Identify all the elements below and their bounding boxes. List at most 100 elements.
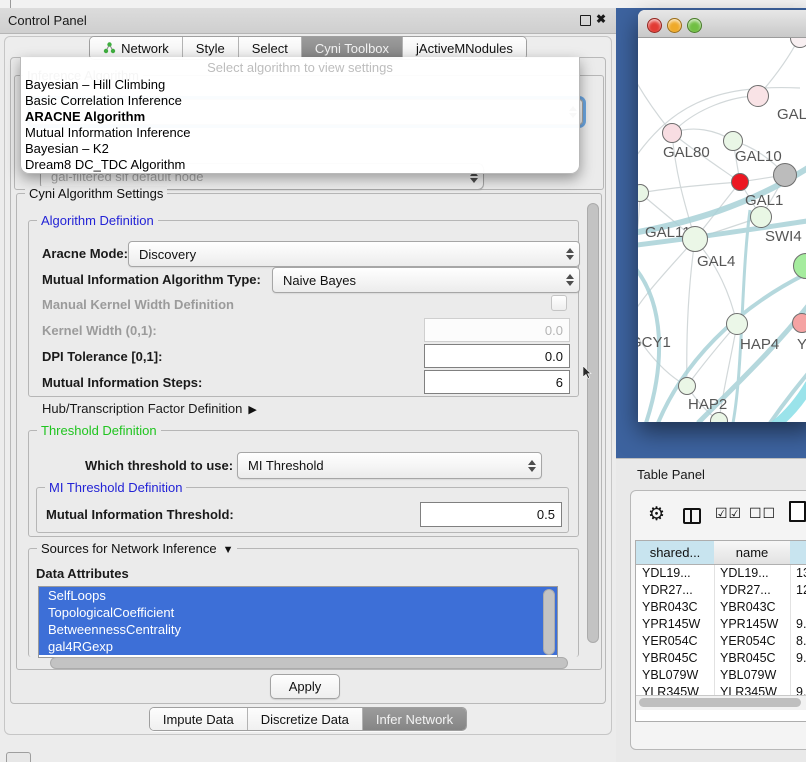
- table-row[interactable]: YBR045CYBR045C9.: [636, 650, 806, 667]
- zoom-traffic-light[interactable]: [687, 18, 702, 33]
- document-icon[interactable]: [789, 501, 806, 522]
- table-cell: YDL19...: [642, 566, 691, 580]
- table-cell: YDR27...: [642, 583, 693, 597]
- network-node-gal1[interactable]: [731, 173, 749, 191]
- column-layout-icon[interactable]: [683, 508, 701, 524]
- network-node-hap4[interactable]: [726, 313, 748, 335]
- network-window-titlebar[interactable]: [638, 10, 806, 38]
- table-panel-title: Table Panel: [637, 467, 705, 482]
- hub-definition-toggle[interactable]: Hub/Transcription Factor Definition▶: [42, 401, 257, 416]
- column-header[interactable]: [790, 541, 806, 565]
- close-icon[interactable]: ✖: [596, 12, 606, 26]
- table-cell: YER054C: [720, 634, 776, 648]
- control-panel-header: Control Panel ✖: [0, 8, 616, 34]
- table-row[interactable]: YDR27...YDR27...12: [636, 582, 806, 599]
- table-horizontal-scrollbar[interactable]: [636, 695, 806, 710]
- combo-arrows-icon: [566, 274, 574, 286]
- network-canvas[interactable]: GALGAL80GAL10GAL1GAL11SWI4GAL4GCY1HAP4YH…: [638, 38, 806, 422]
- table-body: YDL19...YDL19...13YDR27...YDR27...12YBR0…: [636, 565, 806, 695]
- tab-infer-network[interactable]: Infer Network: [363, 708, 466, 730]
- attributes-scrollbar[interactable]: [543, 589, 555, 655]
- network-node[interactable]: [773, 163, 797, 187]
- group-title: Algorithm Definition: [37, 213, 158, 228]
- unchecked-boxes-icon[interactable]: ☐☐: [749, 505, 776, 522]
- column-header[interactable]: name: [714, 541, 791, 565]
- table-cell: YLR345W: [720, 685, 777, 695]
- aracne-mode-value: Discovery: [139, 247, 196, 262]
- data-attribute-item[interactable]: TopologicalCoefficient: [39, 604, 557, 621]
- network-node-label: Y: [797, 336, 806, 353]
- sources-title: Sources for Network Inference: [41, 541, 217, 556]
- network-node-hap2[interactable]: [678, 377, 696, 395]
- which-threshold-combo[interactable]: MI Threshold: [237, 452, 542, 479]
- table-cell: YBL079W: [642, 668, 698, 682]
- tab-jactivemnodules[interactable]: jActiveMNodules: [403, 37, 526, 59]
- network-node-y[interactable]: [792, 313, 806, 333]
- mi-threshold-label: Mutual Information Threshold:: [46, 507, 234, 522]
- network-node-label: GCY1: [638, 334, 671, 351]
- which-threshold-value: MI Threshold: [248, 458, 324, 473]
- table-cell: YLR345W: [642, 685, 699, 695]
- table-cell: 9.: [796, 685, 806, 695]
- table-cell: 9.: [796, 617, 806, 631]
- float-window-icon[interactable]: [580, 15, 591, 26]
- table-row[interactable]: YER054CYER054C8.: [636, 633, 806, 650]
- algorithm-option[interactable]: Dream8 DC_TDC Algorithm: [21, 157, 579, 173]
- network-view-window: GALGAL80GAL10GAL1GAL11SWI4GAL4GCY1HAP4YH…: [638, 10, 806, 422]
- dropdown-placeholder: Select algorithm to view settings: [21, 60, 579, 77]
- tab-style[interactable]: Style: [183, 37, 239, 59]
- manual-kernel-checkbox[interactable]: [551, 295, 567, 311]
- network-node-swi4[interactable]: [750, 206, 772, 228]
- scrollbar-thumb[interactable]: [639, 698, 801, 707]
- tab-discretize-data[interactable]: Discretize Data: [248, 708, 363, 730]
- minimized-panel-button[interactable]: [6, 752, 31, 762]
- network-icon: [103, 42, 116, 54]
- mi-steps-field[interactable]: 6: [424, 370, 570, 394]
- network-node-gal80[interactable]: [662, 123, 682, 143]
- settings-horizontal-scrollbar[interactable]: [50, 657, 568, 669]
- column-header[interactable]: shared...: [636, 541, 715, 565]
- network-node-label: GAL: [777, 106, 806, 123]
- tab-select[interactable]: Select: [239, 37, 302, 59]
- tab-network[interactable]: Network: [90, 37, 183, 59]
- table-row[interactable]: YBR043CYBR043C: [636, 599, 806, 616]
- network-node-label: HAP4: [740, 336, 779, 353]
- table-cell: YBR045C: [642, 651, 698, 665]
- data-attributes-list: SelfLoopsTopologicalCoefficientBetweenne…: [38, 586, 558, 658]
- mi-type-label: Mutual Information Algorithm Type:: [42, 272, 261, 287]
- data-attribute-item[interactable]: gal4RGexp: [39, 638, 557, 655]
- kernel-width-field[interactable]: 0.0: [424, 318, 570, 342]
- algorithm-option[interactable]: Bayesian – K2: [21, 141, 579, 157]
- apply-button[interactable]: Apply: [270, 674, 340, 699]
- settings-vertical-scrollbar[interactable]: [587, 203, 599, 643]
- close-traffic-light[interactable]: [647, 18, 662, 33]
- algorithm-option[interactable]: Bayesian – Hill Climbing: [21, 77, 579, 93]
- table-row[interactable]: YPR145WYPR145W9.: [636, 616, 806, 633]
- table-row[interactable]: YBL079WYBL079W: [636, 667, 806, 684]
- table-row[interactable]: YLR345W YLR345W 9.: [636, 684, 806, 695]
- data-attribute-item[interactable]: BetweennessCentrality: [39, 621, 557, 638]
- algorithm-option[interactable]: Mutual Information Inference: [21, 125, 579, 141]
- expanded-arrow-icon: ▼: [223, 544, 234, 556]
- gear-icon[interactable]: ⚙: [648, 503, 665, 526]
- tab-impute-data[interactable]: Impute Data: [150, 708, 248, 730]
- mi-type-combo[interactable]: Naive Bayes: [272, 267, 580, 293]
- minimize-traffic-light[interactable]: [667, 18, 682, 33]
- table-container: ⚙ ☑☑ ☐☐ shared...name YDL19...YDL19...13…: [630, 490, 806, 750]
- tab-cyni-toolbox[interactable]: Cyni Toolbox: [302, 37, 403, 59]
- bottom-tabs: Impute DataDiscretize DataInfer Network: [149, 707, 467, 731]
- checked-boxes-icon[interactable]: ☑☑: [715, 505, 742, 522]
- data-attribute-item[interactable]: SelfLoops: [39, 587, 557, 604]
- table-row[interactable]: YDL19...YDL19...13: [636, 565, 806, 582]
- aracne-mode-combo[interactable]: Discovery: [128, 241, 580, 267]
- algorithm-option[interactable]: Basic Correlation Inference: [21, 93, 579, 109]
- algorithm-option[interactable]: ARACNE Algorithm: [21, 109, 579, 125]
- table-cell: YBR043C: [642, 600, 698, 614]
- mi-type-value: Naive Bayes: [283, 273, 356, 288]
- table-cell: 12: [796, 583, 806, 597]
- sources-toggle[interactable]: Sources for Network Inference ▼: [37, 541, 237, 556]
- mi-threshold-field[interactable]: 0.5: [420, 502, 562, 527]
- dpi-tolerance-field[interactable]: 0.0: [424, 344, 570, 368]
- network-node-gal4[interactable]: [682, 226, 708, 252]
- network-node-gal[interactable]: [747, 85, 769, 107]
